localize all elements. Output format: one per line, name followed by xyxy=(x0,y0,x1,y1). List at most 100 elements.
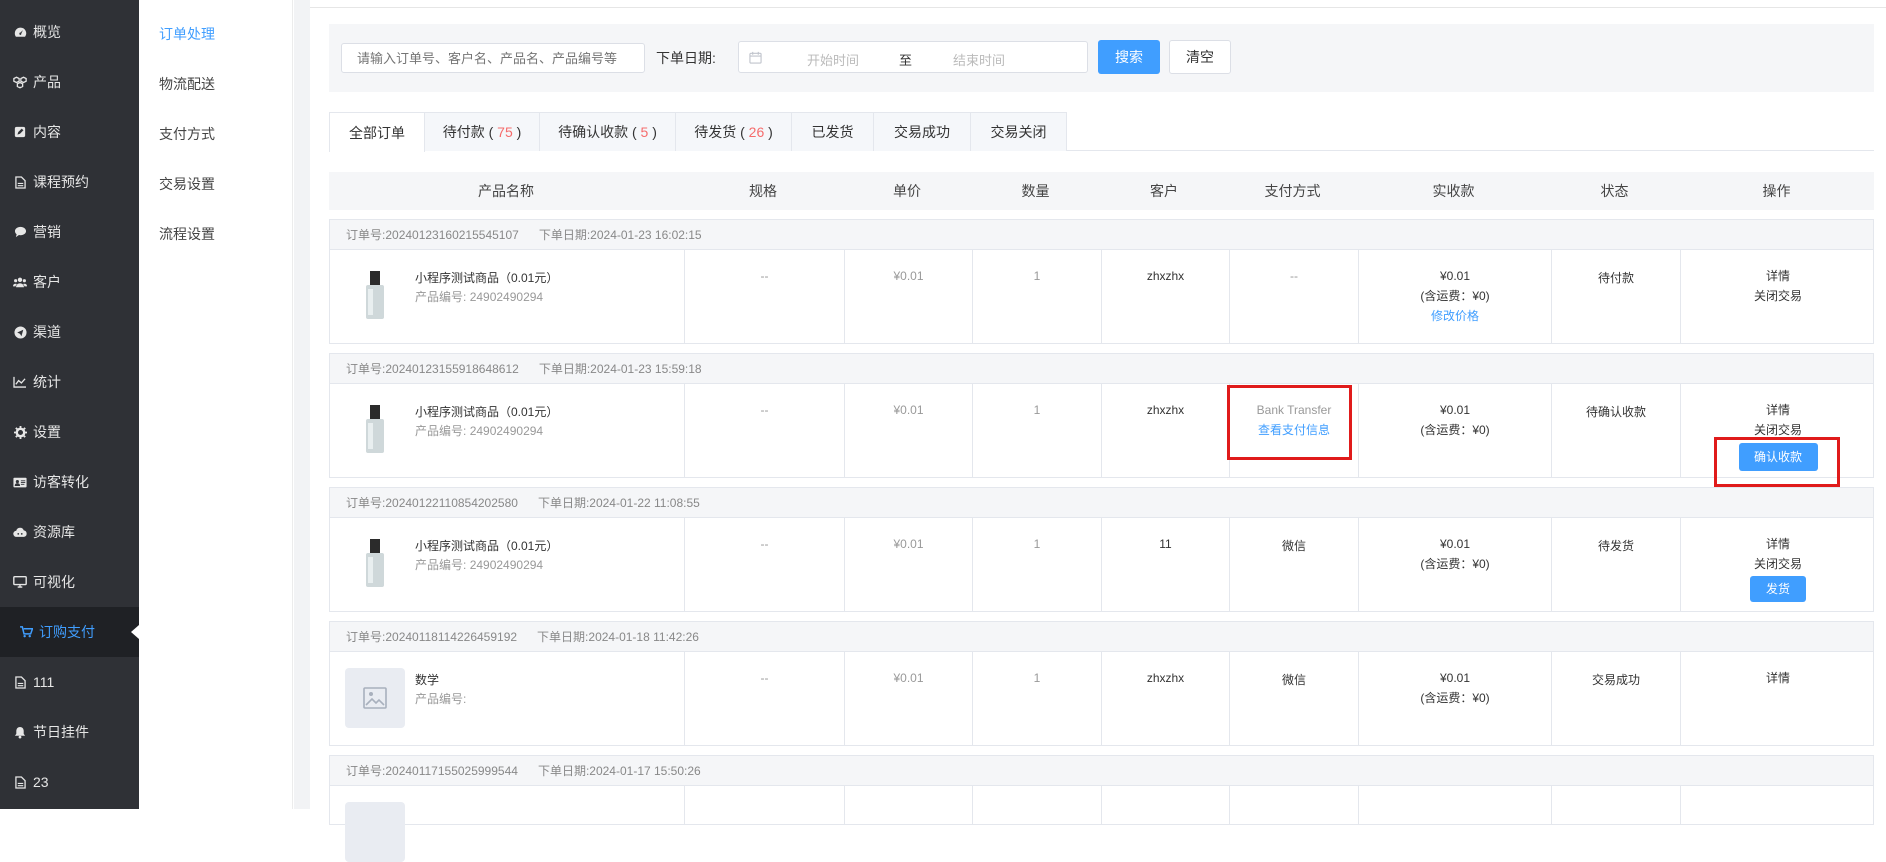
order-number: 20240118114226459192 xyxy=(385,630,518,644)
id-card-icon xyxy=(13,475,27,489)
product-cell: 小程序测试商品（0.01元） 产品编号: 24902490294 xyxy=(330,384,684,477)
product-cell xyxy=(330,786,684,862)
dashboard-icon xyxy=(13,25,27,39)
search-input[interactable] xyxy=(341,43,645,73)
product-thumbnail[interactable] xyxy=(345,400,405,460)
product-name[interactable]: 数学 xyxy=(415,671,439,688)
sidebar-item-visitor-conversion[interactable]: 访客转化 xyxy=(0,457,139,507)
sidebar-item-order-payment[interactable]: 订购支付 xyxy=(0,607,139,657)
product-code: 产品编号: 24902490294 xyxy=(415,288,543,305)
freight-value: (含运费：¥0) xyxy=(1420,423,1490,437)
search-button[interactable]: 搜索 xyxy=(1098,40,1160,74)
clear-button[interactable]: 清空 xyxy=(1169,40,1231,74)
freight-value: (含运费：¥0) xyxy=(1420,557,1490,571)
product-thumbnail[interactable] xyxy=(345,266,405,326)
tab-completed[interactable]: 交易成功 xyxy=(873,112,971,151)
column-header: 支付方式 xyxy=(1264,183,1321,199)
sidebar-item-channels[interactable]: 渠道 xyxy=(0,307,139,357)
spec-cell: -- xyxy=(684,518,844,611)
tab-pending-payment[interactable]: 待付款 ( 75 ) xyxy=(424,112,540,151)
modify-price-link[interactable]: 修改价格 xyxy=(1359,306,1551,326)
sidebar-item-course-booking[interactable]: 课程预约 xyxy=(0,157,139,207)
quantity-cell: 1 xyxy=(972,384,1101,477)
subnav-item-order-processing[interactable]: 订单处理 xyxy=(159,24,215,44)
price-cell: ¥0.01 xyxy=(844,384,972,477)
sidebar-item-content[interactable]: 内容 xyxy=(0,107,139,157)
actions-cell: 详情 关闭交易 发货 xyxy=(1680,518,1875,611)
order-header: 订单号:20240123155918648612 下单日期:2024-01-23 … xyxy=(330,354,1873,384)
date-range-picker[interactable]: 开始时间 至 结束时间 xyxy=(738,41,1088,73)
sidebar-item-23[interactable]: 23 xyxy=(0,757,139,807)
subnav-item-logistics[interactable]: 物流配送 xyxy=(159,74,215,94)
subnav-item-payment-methods[interactable]: 支付方式 xyxy=(159,124,215,144)
tab-pending-shipment[interactable]: 待发货 ( 26 ) xyxy=(675,112,792,151)
quantity-cell: 1 xyxy=(972,518,1101,611)
cloud-icon xyxy=(13,525,27,539)
customer-cell: zhxzhx xyxy=(1101,250,1229,343)
status-cell xyxy=(1551,786,1680,824)
tab-pending-confirmation[interactable]: 待确认收款 ( 5 ) xyxy=(539,112,676,151)
tab-shipped[interactable]: 已发货 xyxy=(791,112,874,151)
details-link[interactable]: 详情 xyxy=(1681,534,1875,554)
image-placeholder-icon[interactable] xyxy=(345,802,405,862)
sidebar-item-marketing[interactable]: 营销 xyxy=(0,207,139,257)
quantity-cell xyxy=(972,786,1101,824)
order-date-label: 下单日期: xyxy=(537,496,590,510)
close-trade-link[interactable]: 关闭交易 xyxy=(1681,554,1875,574)
close-trade-link[interactable]: 关闭交易 xyxy=(1681,420,1875,437)
order-number: 20240117155025999544 xyxy=(385,764,518,778)
product-name[interactable]: 小程序测试商品（0.01元） xyxy=(415,269,558,286)
image-placeholder-icon[interactable] xyxy=(345,668,405,728)
sidebar-item-label: 内容 xyxy=(33,124,61,140)
subnav-item-workflow-settings[interactable]: 流程设置 xyxy=(159,224,215,244)
tab-closed[interactable]: 交易关闭 xyxy=(970,112,1067,151)
sidebar-item-settings[interactable]: 设置 xyxy=(0,407,139,457)
date-label: 下单日期: xyxy=(656,50,716,66)
tab-label: 全部订单 xyxy=(349,124,405,141)
file-icon xyxy=(13,175,27,189)
sidebar-item-label: 课程预约 xyxy=(33,174,89,190)
tab-label: 交易关闭 xyxy=(990,124,1047,140)
order-card: 订单号:20240123160215545107 下单日期:2024-01-23 … xyxy=(329,219,1874,344)
ship-button[interactable]: 发货 xyxy=(1750,576,1806,602)
cart-icon xyxy=(19,625,33,639)
sidebar-item-statistics[interactable]: 统计 xyxy=(0,357,139,407)
order-date: 2024-01-17 15:50:26 xyxy=(589,764,701,778)
sidebar-item-overview[interactable]: 概览 xyxy=(0,7,139,57)
order-number: 20240122110854202580 xyxy=(385,496,518,510)
confirm-payment-button[interactable]: 确认收款 xyxy=(1738,443,1818,471)
sidebar-item-label: 订购支付 xyxy=(39,624,95,640)
status-cell: 待确认收款 xyxy=(1551,384,1680,477)
freight-value: (含运费：¥0) xyxy=(1420,289,1490,303)
end-date-input[interactable]: 结束时间 xyxy=(953,50,1005,69)
product-thumbnail[interactable] xyxy=(345,534,405,594)
product-code-label: 产品编号: xyxy=(415,424,467,438)
sidebar-item-resource-library[interactable]: 资源库 xyxy=(0,507,139,557)
details-link[interactable]: 详情 xyxy=(1681,668,1875,688)
cubes-icon xyxy=(13,75,27,89)
payment-cell: -- xyxy=(1229,250,1358,343)
sidebar-item-products[interactable]: 产品 xyxy=(0,57,139,107)
product-name[interactable]: 小程序测试商品（0.01元） xyxy=(415,403,558,420)
start-date-input[interactable]: 开始时间 xyxy=(807,50,859,69)
sidebar-item-customers[interactable]: 客户 xyxy=(0,257,139,307)
order-date: 2024-01-23 16:02:15 xyxy=(590,228,702,242)
product-name[interactable]: 小程序测试商品（0.01元） xyxy=(415,537,558,554)
view-payment-info-link[interactable]: 查看支付信息 xyxy=(1230,420,1358,440)
sidebar-item-label: 统计 xyxy=(33,374,61,390)
order-date-label: 下单日期: xyxy=(538,362,591,376)
details-link[interactable]: 详情 xyxy=(1681,400,1875,420)
sidebar-item-visualization[interactable]: 可视化 xyxy=(0,557,139,607)
tab-all-orders[interactable]: 全部订单 xyxy=(329,112,425,152)
tab-label: 待确认收款 xyxy=(558,124,629,140)
payment-cell xyxy=(1229,786,1358,824)
order-header: 订单号:20240117155025999544 下单日期:2024-01-17 … xyxy=(330,756,1873,786)
sidebar-item-111[interactable]: 111 xyxy=(0,657,139,707)
details-link[interactable]: 详情 xyxy=(1681,266,1875,286)
close-trade-link[interactable]: 关闭交易 xyxy=(1681,286,1875,306)
sidebar-item-festival-widgets[interactable]: 节日挂件 xyxy=(0,707,139,757)
price-cell xyxy=(844,786,972,824)
order-header: 订单号:20240123160215545107 下单日期:2024-01-23 … xyxy=(330,220,1873,250)
payment-cell: 微信 xyxy=(1229,652,1358,745)
subnav-item-trade-settings[interactable]: 交易设置 xyxy=(159,174,215,194)
